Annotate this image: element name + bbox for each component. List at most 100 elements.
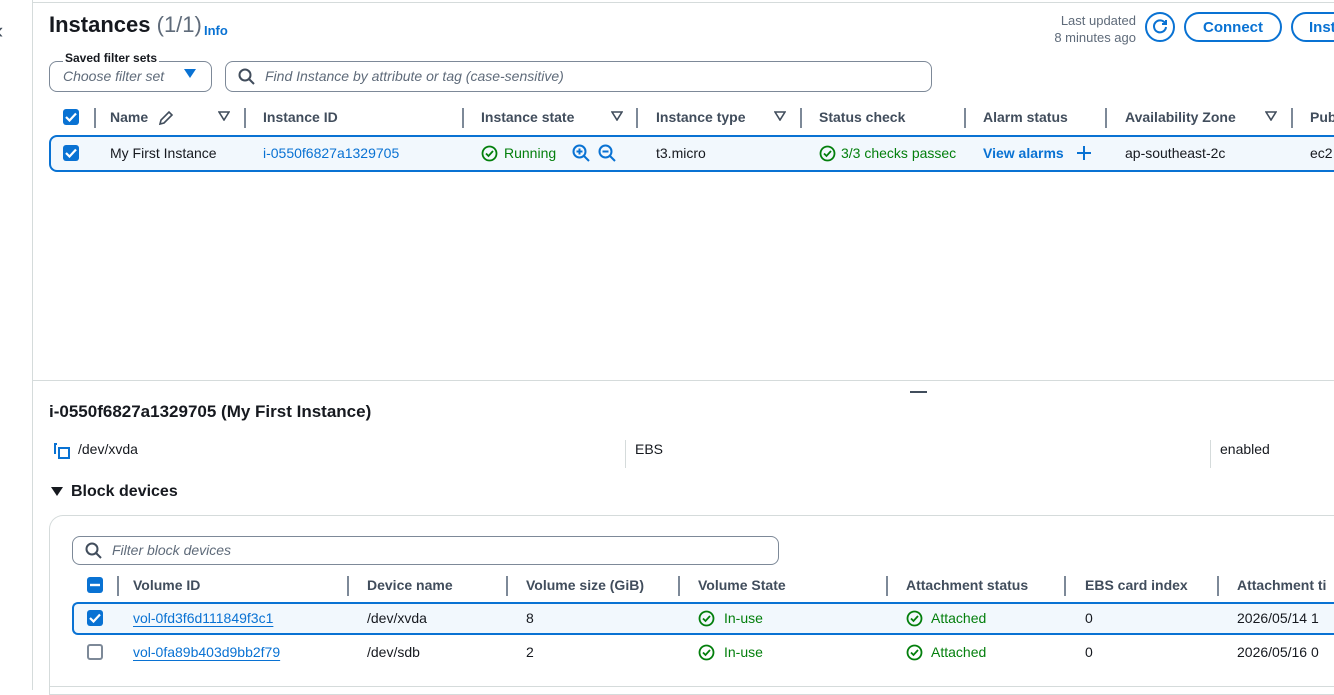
page-title: Instances (1/1) (49, 12, 202, 38)
row-checkbox[interactable] (87, 610, 103, 626)
view-alarms-link[interactable]: View alarms (983, 145, 1064, 161)
column-separator (625, 440, 626, 468)
saved-filter-placeholder: Choose filter set (63, 68, 165, 84)
column-separator (964, 108, 966, 128)
table-bottom-divider (49, 686, 1334, 687)
check-circle-icon (906, 644, 923, 661)
col-header-instance-id[interactable]: Instance ID (263, 109, 338, 125)
search-placeholder: Find Instance by attribute or tag (case-… (265, 68, 564, 84)
info-link[interactable]: Info (204, 23, 228, 38)
column-separator (117, 576, 119, 596)
volume-state-value: In-use (724, 644, 763, 660)
column-separator (94, 108, 96, 128)
column-separator (347, 576, 349, 596)
check-circle-icon (819, 145, 836, 162)
refresh-button[interactable] (1145, 12, 1175, 42)
volume-state-value: In-use (724, 610, 763, 626)
check-circle-icon (906, 610, 923, 627)
last-updated: Last updated 8 minutes ago (1036, 12, 1136, 46)
connect-button[interactable]: Connect (1184, 12, 1282, 42)
search-icon (85, 542, 102, 559)
availability-zone-value: ap-southeast-2c (1125, 145, 1226, 161)
column-separator (1210, 440, 1211, 468)
title-text: Instances (49, 12, 151, 37)
column-separator (800, 108, 802, 128)
volume-size-value: 8 (526, 610, 534, 626)
last-updated-time: 8 minutes ago (1054, 30, 1136, 45)
refresh-icon (1153, 19, 1167, 34)
sort-caret-icon[interactable] (218, 111, 230, 121)
col-header-alarm-status[interactable]: Alarm status (983, 109, 1068, 125)
resize-handle-icon[interactable] (910, 391, 927, 393)
device-name-value: /dev/sdb (367, 644, 420, 660)
checkmark-icon (65, 148, 77, 158)
copy-icon[interactable] (53, 442, 71, 460)
zoom-out-icon[interactable] (598, 144, 616, 162)
col-header-device-name[interactable]: Device name (367, 577, 453, 593)
col-header-volume-size[interactable]: Volume size (GiB) (526, 577, 644, 593)
select-all-checkbox[interactable] (87, 577, 103, 593)
root-device-name: /dev/xvda (78, 441, 138, 457)
col-header-name[interactable]: Name (110, 109, 148, 125)
sort-caret-icon[interactable] (774, 111, 786, 121)
search-icon (238, 68, 255, 85)
plus-icon[interactable] (1077, 146, 1091, 160)
pencil-icon (158, 110, 174, 126)
column-separator (886, 576, 888, 596)
check-circle-icon (481, 145, 498, 162)
sort-caret-icon[interactable] (1265, 111, 1277, 121)
root-device-type: EBS (635, 441, 664, 457)
attachment-status-value: Attached (931, 610, 987, 626)
col-header-instance-type[interactable]: Instance type (656, 109, 745, 125)
row-checkbox[interactable] (63, 145, 79, 161)
side-navigation-rail (0, 0, 33, 690)
column-separator (1291, 108, 1293, 128)
column-separator (506, 576, 508, 596)
instance-state-value: Running (504, 145, 557, 161)
column-separator (1064, 576, 1066, 596)
caret-down-icon (184, 69, 196, 78)
block-devices-heading[interactable]: Block devices (71, 483, 178, 501)
col-header-attachment-time[interactable]: Attachment ti (1237, 577, 1334, 593)
row-checkbox[interactable] (87, 644, 103, 660)
ebs-optimization: enabled (1220, 441, 1270, 457)
check-circle-icon (698, 610, 715, 627)
col-header-public[interactable]: Pub (1310, 109, 1334, 125)
checkmark-icon (89, 613, 101, 623)
filter-placeholder: Filter block devices (112, 542, 232, 558)
col-header-volume-id[interactable]: Volume ID (133, 577, 200, 593)
instance-state-button[interactable]: Inst (1291, 12, 1334, 42)
col-header-ebs-card-index[interactable]: EBS card index (1085, 577, 1188, 593)
ebs-card-index-value: 0 (1085, 644, 1093, 660)
zoom-in-icon[interactable] (572, 144, 590, 162)
select-all-checkbox[interactable] (63, 109, 79, 125)
column-separator (244, 108, 246, 128)
saved-filter-label: Saved filter sets (63, 51, 160, 65)
sort-caret-icon[interactable] (611, 111, 623, 121)
ebs-card-index-value: 0 (1085, 610, 1093, 626)
col-header-instance-state[interactable]: Instance state (481, 109, 574, 125)
split-panel-divider (32, 380, 1334, 381)
column-separator (1217, 576, 1219, 596)
column-separator (678, 576, 680, 596)
col-header-status-check[interactable]: Status check (819, 109, 905, 125)
caret-down-icon[interactable] (51, 487, 63, 497)
instance-id-link[interactable]: i-0550f6827a1329705 (263, 145, 399, 161)
indeterminate-icon (90, 583, 100, 587)
volume-id-link[interactable]: vol-0fd3f6d111849f3c1 (133, 610, 273, 626)
col-header-volume-state[interactable]: Volume State (698, 577, 786, 593)
attachment-time-value: 2026/05/16 0 (1237, 644, 1319, 660)
volume-size-value: 2 (526, 644, 534, 660)
instance-name: My First Instance (110, 145, 217, 161)
checkmark-icon (65, 112, 77, 122)
column-separator (1105, 108, 1107, 128)
check-circle-icon (698, 644, 715, 661)
detail-panel-title: i-0550f6827a1329705 (My First Instance) (49, 402, 372, 421)
col-header-attachment-status[interactable]: Attachment status (906, 577, 1028, 593)
volume-id-link[interactable]: vol-0fa89b403d9bb2f79 (133, 644, 280, 660)
attachment-time-value: 2026/05/14 1 (1237, 610, 1319, 626)
collapse-chevron-icon[interactable]: ‹ (0, 18, 3, 44)
col-header-availability-zone[interactable]: Availability Zone (1125, 109, 1236, 125)
public-dns-value: ec2 (1310, 145, 1333, 161)
device-name-value: /dev/xvda (367, 610, 427, 626)
